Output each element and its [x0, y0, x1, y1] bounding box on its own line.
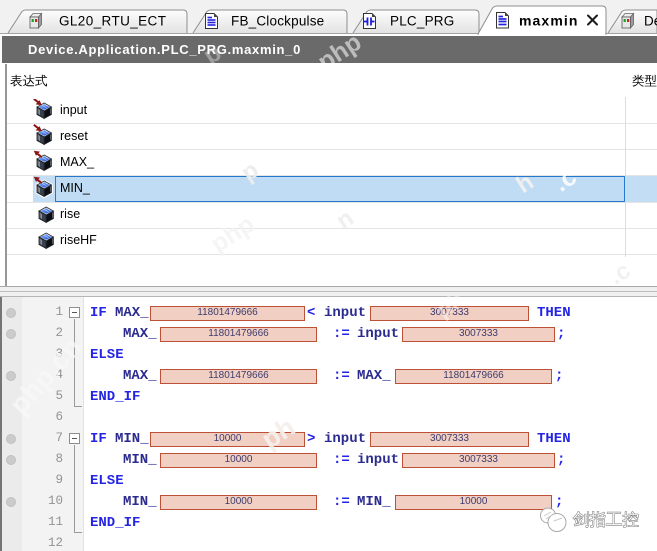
svg-text:PLC_PRG: PLC_PRG — [390, 14, 454, 29]
svg-text:GL20_RTU_ECT: GL20_RTU_ECT — [59, 14, 166, 29]
svg-text:maxmin: maxmin — [519, 13, 579, 29]
svg-text:De: De — [644, 14, 657, 29]
svg-text:FB_Clockpulse: FB_Clockpulse — [231, 14, 324, 29]
